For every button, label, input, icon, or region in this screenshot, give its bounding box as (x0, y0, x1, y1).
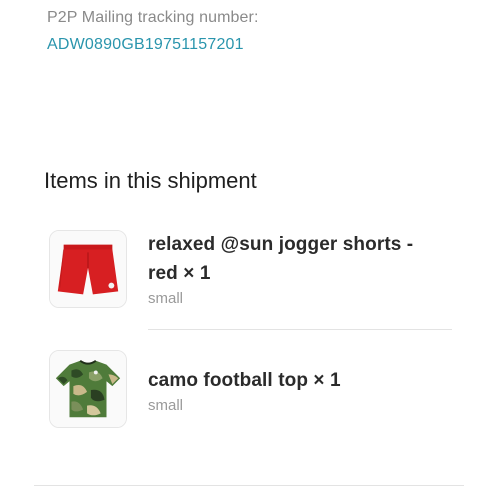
item-title: camo football top × 1 (148, 370, 341, 391)
camo-top-image (49, 350, 127, 428)
section-divider (34, 485, 464, 486)
item-size: small (148, 397, 184, 414)
tracking-number-link[interactable]: ADW0890GB19751157201 (47, 36, 244, 54)
shipment-heading: Items in this shipment (44, 168, 257, 193)
item-divider (148, 329, 452, 330)
red-shorts-image (49, 230, 127, 308)
item-size: small (148, 290, 184, 307)
shipment-details-page: P2P Mailing tracking number: ADW0890GB19… (0, 0, 498, 498)
item-title: relaxed @sun jogger shorts - red × 1 (148, 234, 414, 284)
tracking-label: P2P Mailing tracking number: (47, 9, 259, 26)
